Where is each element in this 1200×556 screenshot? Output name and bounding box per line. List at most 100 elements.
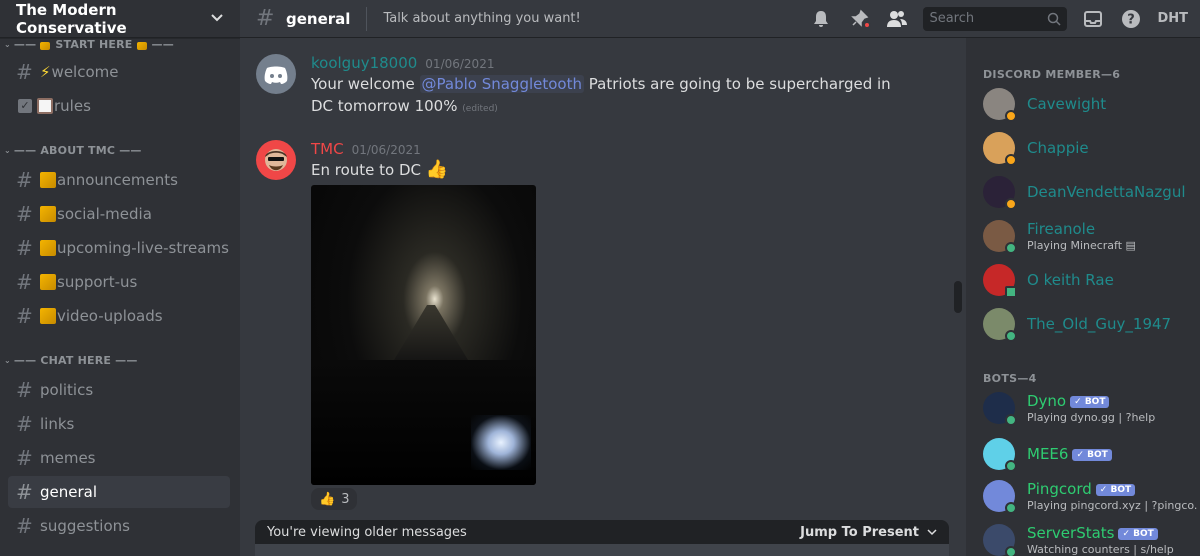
channel-title: general bbox=[286, 9, 351, 28]
avatar bbox=[983, 308, 1017, 342]
user-tag[interactable]: DHT bbox=[1157, 11, 1188, 26]
category-label: —— ABOUT TMC —— bbox=[13, 144, 142, 157]
channel-announcements[interactable]: # announcements bbox=[8, 164, 230, 196]
megaphone-icon bbox=[40, 308, 56, 324]
category-label: —— START HERE —— bbox=[13, 38, 174, 51]
video-screen-glow bbox=[471, 415, 531, 470]
megaphone-icon bbox=[40, 42, 51, 50]
notification-dot bbox=[863, 20, 872, 29]
message-timestamp: 01/06/2021 bbox=[351, 143, 421, 157]
member-item[interactable]: Chappie bbox=[983, 128, 1198, 168]
bot-badge: ✓ BOT bbox=[1095, 484, 1136, 496]
server-header[interactable]: The Modern Conservative bbox=[0, 0, 240, 38]
avatar[interactable] bbox=[256, 140, 296, 180]
message-username[interactable]: TMC bbox=[311, 140, 344, 158]
status-idle-icon bbox=[1005, 110, 1017, 122]
member-activity: Playing dyno.gg | ?help bbox=[1027, 411, 1156, 424]
server-name: The Modern Conservative bbox=[16, 0, 127, 37]
member-item[interactable]: The_Old_Guy_1947 bbox=[983, 304, 1198, 344]
member-name: Chappie bbox=[1027, 139, 1089, 157]
channel-topic[interactable]: Talk about anything you want! bbox=[383, 11, 809, 26]
message-timestamp: 01/06/2021 bbox=[425, 57, 495, 71]
bell-icon[interactable] bbox=[809, 7, 833, 31]
bot-badge: ✓ BOT bbox=[1118, 528, 1158, 540]
older-messages-text: You're viewing older messages bbox=[267, 524, 467, 540]
status-online-icon bbox=[1005, 414, 1017, 426]
chat-scrollbar[interactable] bbox=[954, 281, 962, 313]
member-item[interactable]: DeanVendettaNazgul bbox=[983, 172, 1198, 212]
toolbar-icons: ? DHT bbox=[809, 6, 1188, 31]
jump-to-present-button[interactable]: Jump To Present bbox=[800, 525, 937, 540]
chevron-down-icon: ⌄ bbox=[4, 146, 11, 155]
avatar bbox=[983, 524, 1017, 556]
channel-rules[interactable]: ✓ rules bbox=[8, 90, 230, 122]
divider bbox=[366, 6, 368, 31]
channel-memes[interactable]: # memes bbox=[8, 442, 230, 474]
message-content: Your welcome @Pablo Snaggletooth Patriot… bbox=[311, 75, 891, 115]
chevron-down-icon: ⌄ bbox=[4, 356, 11, 365]
chevron-down-icon[interactable] bbox=[210, 11, 224, 27]
hash-icon: # bbox=[16, 304, 33, 328]
video-attachment[interactable] bbox=[311, 185, 536, 485]
avatar bbox=[983, 438, 1017, 472]
bot-item[interactable]: Pingcord ✓ BOT Playing pingcord.xyz | ?pi… bbox=[983, 476, 1198, 516]
hash-icon: # bbox=[16, 412, 33, 436]
status-online-icon bbox=[1005, 502, 1017, 514]
channel-video-uploads[interactable]: # video-uploads bbox=[8, 300, 230, 332]
bot-item[interactable]: ServerStats ✓ BOT Watching counters | s/h… bbox=[983, 520, 1198, 556]
category-chat-here[interactable]: ⌄ —— CHAT HERE —— bbox=[4, 354, 138, 367]
user-mention[interactable]: @Pablo Snaggletooth bbox=[419, 75, 584, 93]
channel-sidebar: The Modern Conservative ⌄ —— START HERE … bbox=[0, 0, 240, 556]
hash-icon: # bbox=[16, 236, 33, 260]
member-name: MEE6 ✓ BOT bbox=[1027, 445, 1112, 463]
search-input[interactable] bbox=[923, 6, 1068, 31]
member-name: Pingcord ✓ BOT bbox=[1027, 480, 1198, 498]
channel-politics[interactable]: # politics bbox=[8, 374, 230, 406]
members-icon[interactable] bbox=[885, 7, 909, 31]
hash-icon: # bbox=[16, 378, 33, 402]
lightning-icon: ⚡ bbox=[40, 63, 51, 81]
bot-item[interactable]: MEE6 ✓ BOT bbox=[983, 434, 1198, 474]
member-item[interactable]: O keith Rae bbox=[983, 260, 1198, 300]
channel-topbar: # general Talk about anything you want! … bbox=[240, 0, 1200, 38]
member-name: DeanVendettaNazgul bbox=[1027, 183, 1186, 201]
hash-icon: # bbox=[16, 446, 33, 470]
channel-list: ⌄ —— START HERE —— # ⚡ welcome ✓ rules ⌄… bbox=[0, 38, 240, 556]
channel-general[interactable]: # general bbox=[8, 476, 230, 508]
category-about-tmc[interactable]: ⌄ —— ABOUT TMC —— bbox=[4, 144, 142, 157]
category-start-here[interactable]: ⌄ —— START HERE —— bbox=[4, 38, 174, 51]
channel-support-us[interactable]: # support-us bbox=[8, 266, 230, 298]
member-name: ServerStats ✓ BOT bbox=[1027, 524, 1174, 542]
bot-badge: ✓ BOT bbox=[1070, 396, 1110, 408]
member-item[interactable]: Cavewight bbox=[983, 84, 1198, 124]
avatar[interactable] bbox=[256, 54, 296, 94]
rich-presence-icon: ▤ bbox=[1125, 239, 1136, 252]
bot-item[interactable]: Dyno ✓ BOT Playing dyno.gg | ?help bbox=[983, 388, 1198, 428]
reaction-button[interactable]: 👍 3 bbox=[311, 488, 358, 510]
chat-area: koolguy18000 01/06/2021 Your welcome @Pa… bbox=[240, 38, 960, 556]
message-username[interactable]: koolguy18000 bbox=[311, 54, 417, 72]
svg-text:?: ? bbox=[1128, 12, 1136, 27]
megaphone-icon bbox=[40, 240, 56, 256]
message-item: koolguy18000 01/06/2021 Your welcome @Pa… bbox=[256, 54, 911, 120]
search-field[interactable] bbox=[929, 11, 1048, 26]
message-input-area[interactable] bbox=[255, 544, 949, 556]
avatar bbox=[983, 392, 1017, 426]
channel-suggestions[interactable]: # suggestions bbox=[8, 510, 230, 542]
channel-links[interactable]: # links bbox=[8, 408, 230, 440]
pin-icon[interactable] bbox=[847, 7, 872, 31]
member-item[interactable]: Fireanole Playing Minecraft ▤ bbox=[983, 216, 1198, 256]
help-icon[interactable]: ? bbox=[1119, 7, 1143, 31]
search-icon bbox=[1048, 12, 1061, 26]
status-idle-icon bbox=[1005, 198, 1017, 210]
member-name: Dyno ✓ BOT bbox=[1027, 392, 1155, 410]
channel-welcome[interactable]: # ⚡ welcome bbox=[8, 56, 230, 88]
thumbs-up-icon: 👍 bbox=[425, 159, 449, 180]
status-idle-icon bbox=[1005, 154, 1017, 166]
discord-logo-icon bbox=[264, 66, 288, 84]
channel-social-media[interactable]: # social-media bbox=[8, 198, 230, 230]
category-label: —— CHAT HERE —— bbox=[13, 354, 138, 367]
channel-upcoming-live-streams[interactable]: # upcoming-live-streams bbox=[8, 232, 230, 264]
member-name: O keith Rae bbox=[1027, 271, 1114, 289]
inbox-icon[interactable] bbox=[1081, 7, 1105, 31]
